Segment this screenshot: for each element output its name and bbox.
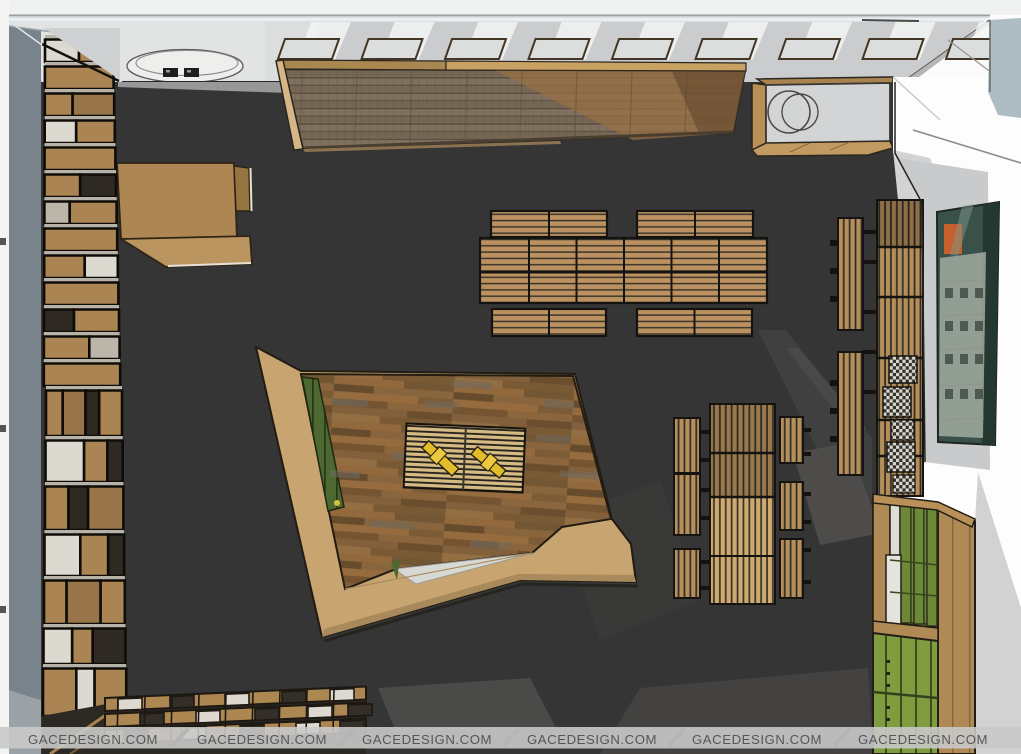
svg-text:GACEDESIGN.COM: GACEDESIGN.COM	[527, 732, 657, 747]
svg-text:GACEDESIGN.COM: GACEDESIGN.COM	[197, 732, 327, 747]
svg-text:GACEDESIGN.COM: GACEDESIGN.COM	[362, 732, 492, 747]
svg-text:GACEDESIGN.COM: GACEDESIGN.COM	[28, 732, 158, 747]
svg-text:GACEDESIGN.COM: GACEDESIGN.COM	[858, 732, 988, 747]
svg-text:GACEDESIGN.COM: GACEDESIGN.COM	[692, 732, 822, 747]
